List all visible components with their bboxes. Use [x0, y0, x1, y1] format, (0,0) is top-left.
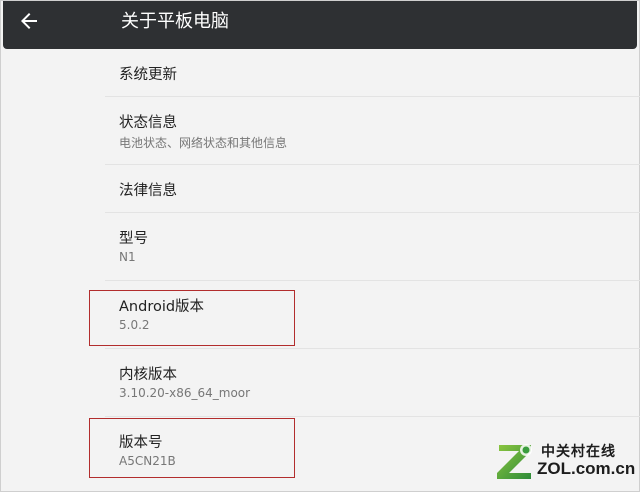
highlight-box-build-number — [89, 418, 295, 478]
zol-logo-icon — [497, 444, 532, 479]
watermark-en-text: ZOL.com.cn — [537, 459, 636, 478]
watermark-cn-text: 中关村在线 — [541, 444, 616, 460]
list-item-kernel-version[interactable]: 内核版本 3.10.20-x86_64_moor — [105, 349, 640, 417]
list-item-summary: 电池状态、网络状态和其他信息 — [119, 136, 288, 150]
list-item-title: 型号 — [119, 231, 148, 247]
list-item-summary: N1 — [119, 250, 136, 264]
arrow-back-icon — [21, 13, 37, 29]
list-item-summary: 3.10.20-x86_64_moor — [119, 386, 251, 400]
list-item-title: 系统更新 — [119, 67, 177, 83]
list-item-legal[interactable]: 法律信息 — [105, 165, 640, 213]
list-item-status[interactable]: 状态信息 电池状态、网络状态和其他信息 — [105, 97, 640, 165]
list-item-title: 法律信息 — [119, 183, 177, 199]
list-item-system-update[interactable]: 系统更新 — [105, 49, 640, 97]
page-title: 关于平板电脑 — [121, 11, 229, 32]
zol-watermark: 中关村在线 ZOL.com.cn — [493, 437, 638, 489]
back-button[interactable] — [17, 9, 41, 33]
list-item-title: 内核版本 — [119, 367, 177, 383]
screenshot-frame: 关于平板电脑 系统更新 状态信息 电池状态、网络状态和其他信息 法律信息 型号 … — [0, 0, 640, 492]
app-bar: 关于平板电脑 — [3, 1, 637, 49]
list-item-model[interactable]: 型号 N1 — [105, 213, 640, 281]
list-item-title: 状态信息 — [119, 115, 177, 131]
highlight-box-android-version — [89, 290, 295, 346]
